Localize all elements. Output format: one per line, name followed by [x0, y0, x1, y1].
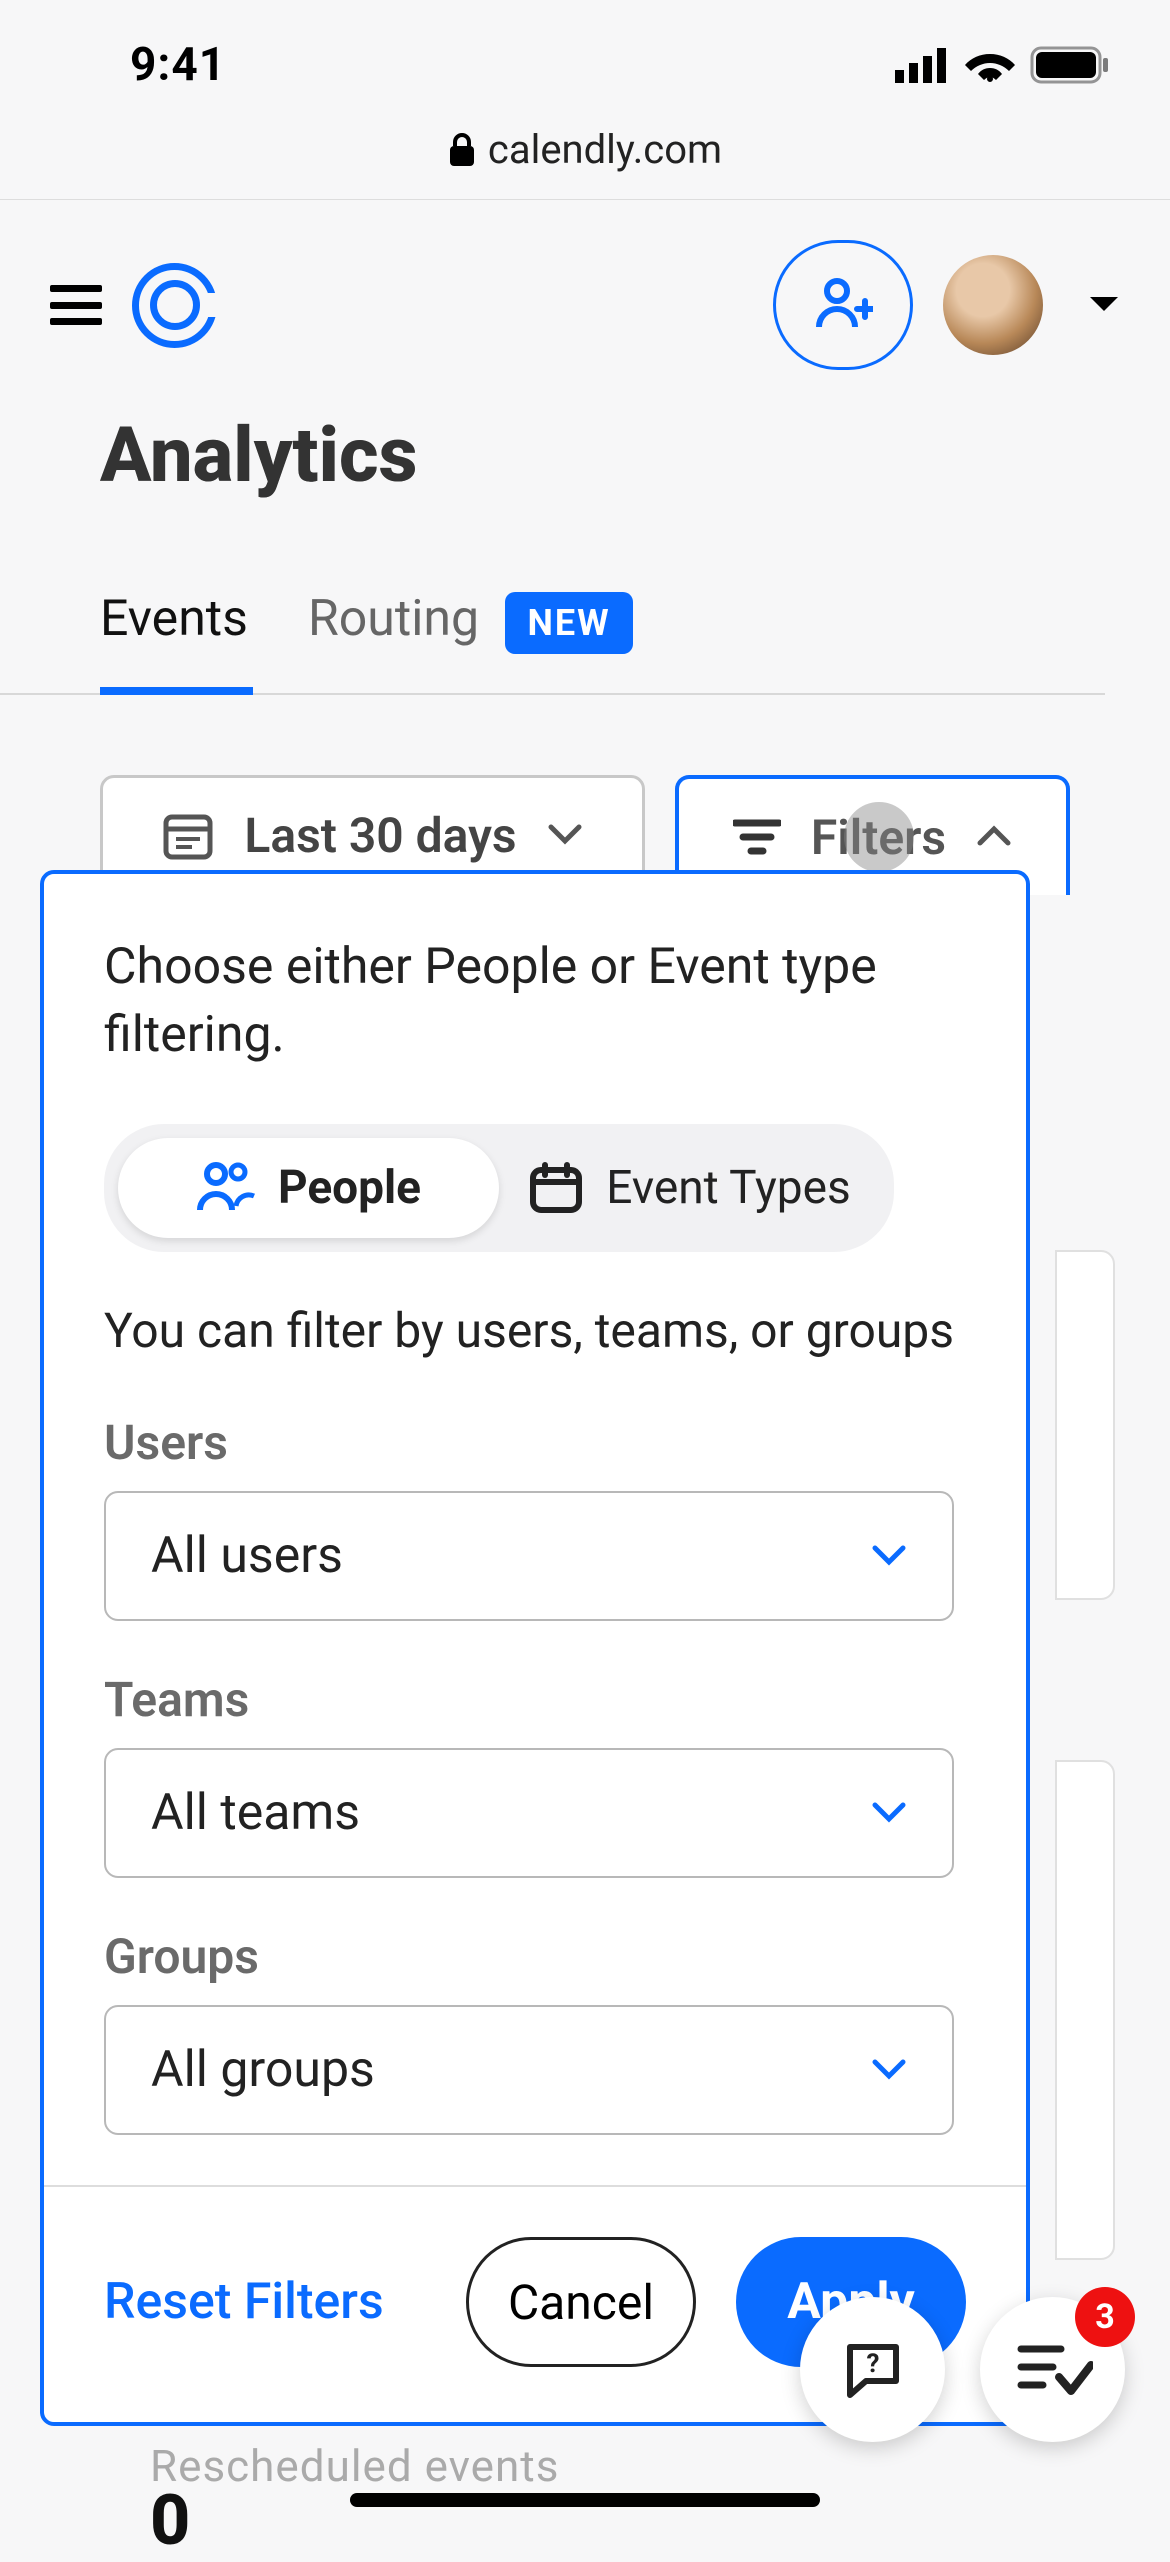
segment-event-types[interactable]: Event Types	[499, 1138, 880, 1238]
chat-help-icon: ?	[838, 2335, 908, 2405]
battery-icon	[1030, 46, 1110, 84]
chevron-down-icon	[871, 1801, 907, 1825]
filters-popover: Choose either People or Event type filte…	[40, 870, 1030, 2426]
date-label: Last 30 days	[244, 807, 516, 864]
popover-subtext: You can filter by users, teams, or group…	[104, 1302, 966, 1359]
add-user-button[interactable]	[773, 240, 913, 370]
menu-button[interactable]	[50, 285, 102, 325]
people-icon	[196, 1160, 256, 1216]
groups-value: All groups	[151, 2041, 375, 2099]
user-avatar[interactable]	[943, 255, 1043, 355]
page-title: Analytics	[0, 410, 1170, 530]
filter-icon	[733, 817, 781, 857]
teams-value: All teams	[151, 1784, 360, 1842]
chevron-up-icon	[976, 825, 1012, 849]
svg-text:?: ?	[866, 2349, 879, 2379]
status-bar: 9:41	[0, 0, 1170, 100]
status-icons	[895, 46, 1110, 84]
help-fab[interactable]: ?	[800, 2297, 945, 2442]
tasks-fab[interactable]: 3	[980, 2297, 1125, 2442]
groups-select[interactable]: All groups	[104, 2005, 954, 2135]
users-label: Users	[104, 1414, 966, 1471]
url-domain: calendly.com	[488, 126, 722, 173]
segment-people-label: People	[278, 1161, 421, 1215]
cellular-icon	[895, 48, 950, 83]
teams-label: Teams	[104, 1671, 966, 1728]
chevron-down-icon	[871, 2058, 907, 2082]
tab-routing[interactable]: Routing NEW	[308, 590, 633, 693]
filter-type-segmented: People Event Types	[104, 1124, 894, 1252]
groups-label: Groups	[104, 1928, 966, 1985]
calendar-outline-icon	[528, 1162, 584, 1214]
cancel-button[interactable]: Cancel	[466, 2237, 696, 2367]
checklist-icon	[1013, 2335, 1093, 2405]
background-text: Rescheduled events	[150, 2440, 559, 2492]
background-card	[1055, 1250, 1115, 1600]
tabs: Events Routing NEW	[0, 530, 1105, 695]
chevron-down-icon	[871, 1544, 907, 1568]
users-value: All users	[151, 1527, 343, 1585]
new-badge: NEW	[505, 592, 632, 654]
teams-select[interactable]: All teams	[104, 1748, 954, 1878]
segment-people[interactable]: People	[118, 1138, 499, 1238]
segment-event-types-label: Event Types	[606, 1161, 850, 1215]
background-value: 0	[150, 2480, 190, 2562]
app-header	[0, 200, 1170, 410]
url-bar[interactable]: calendly.com	[0, 100, 1170, 200]
filter-row: Last 30 days Filters	[0, 695, 1170, 895]
lock-icon	[448, 132, 476, 168]
reset-filters-link[interactable]: Reset Filters	[104, 2273, 384, 2331]
background-card	[1055, 1760, 1115, 2260]
person-add-icon	[813, 277, 873, 333]
avatar-dropdown-icon[interactable]	[1088, 295, 1120, 315]
tab-events[interactable]: Events	[100, 590, 248, 693]
wifi-icon	[965, 46, 1015, 84]
home-indicator[interactable]	[350, 2493, 820, 2507]
fab-badge: 3	[1075, 2287, 1135, 2347]
calendar-icon	[162, 809, 214, 861]
popover-heading: Choose either People or Event type filte…	[104, 934, 966, 1069]
status-time: 9:41	[130, 38, 226, 92]
tab-routing-label: Routing	[308, 590, 479, 648]
chevron-down-icon	[547, 823, 583, 847]
users-select[interactable]: All users	[104, 1491, 954, 1621]
calendly-logo[interactable]	[132, 263, 217, 348]
